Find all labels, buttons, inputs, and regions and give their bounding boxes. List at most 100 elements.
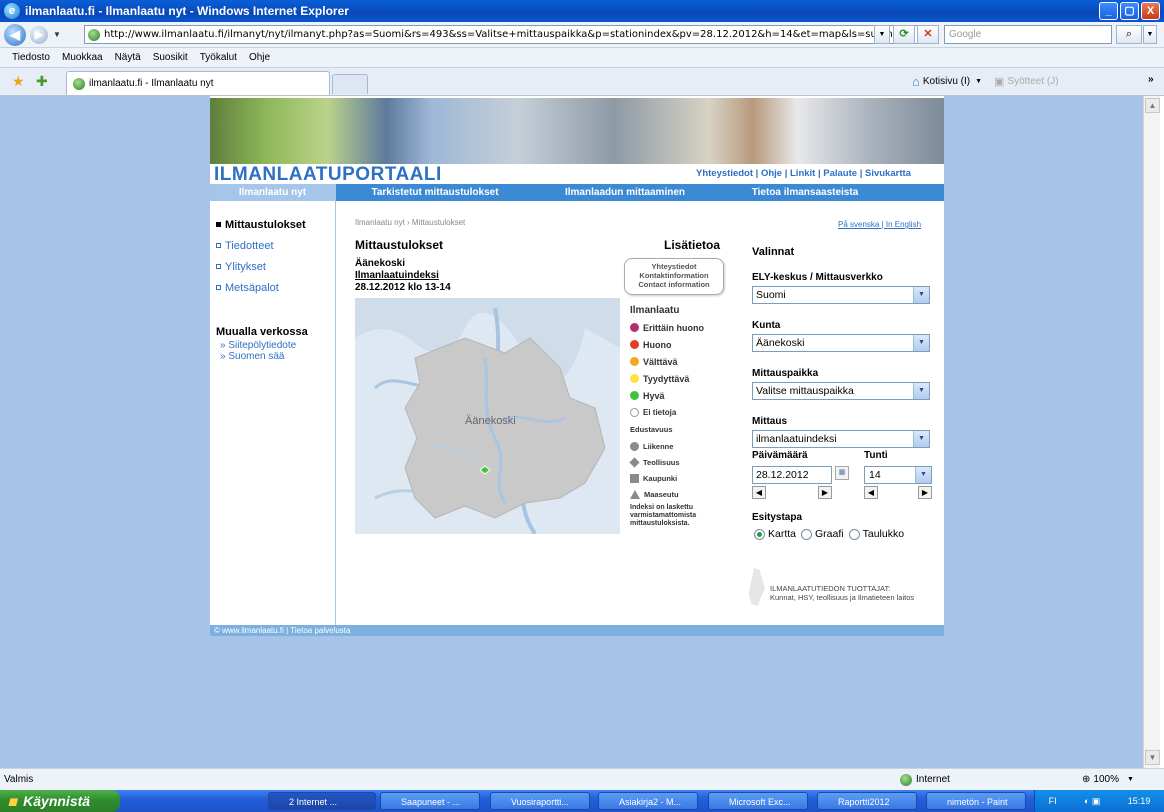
site-select[interactable]: Valitse mittauspaikka ▼ — [752, 382, 930, 400]
taskbar-item-vuosiraportti[interactable]: Vuosiraportti... — [490, 792, 590, 810]
forward-button[interactable]: ▶ — [30, 25, 48, 44]
station-info: Äänekoski Ilmanlaatuindeksi 28.12.2012 k… — [355, 258, 451, 294]
radio-table[interactable] — [848, 528, 860, 540]
close-button[interactable]: X — [1141, 2, 1160, 20]
refresh-icon[interactable]: ⟳ — [893, 25, 915, 44]
home-dropdown-icon[interactable]: ▼ — [975, 78, 982, 85]
no-data-dot-icon — [630, 408, 639, 417]
minimize-button[interactable]: _ — [1099, 2, 1118, 20]
bullet-icon — [216, 264, 221, 269]
nav-mittaaminen[interactable]: Ilmanlaadun mittaaminen — [535, 184, 715, 201]
favorites-star-icon[interactable]: ★ — [12, 73, 25, 90]
stop-icon[interactable]: ✕ — [917, 25, 939, 44]
feeds-label[interactable]: Syötteet (J) — [1007, 76, 1058, 87]
link-siitepolytiedote[interactable]: » Siitepölytiedote — [220, 340, 296, 351]
address-bar[interactable]: http://www.ilmanlaatu.fi/ilmanyt/nyt/ilm… — [84, 25, 920, 44]
sidebar-item-metsapalot[interactable]: Metsäpalot — [216, 277, 334, 298]
header-banner-image — [210, 98, 944, 164]
nav-ilmanlaatu-nyt[interactable]: Ilmanlaatu nyt — [210, 184, 335, 201]
date-input[interactable]: 28.12.2012 — [752, 466, 832, 484]
municipality-label: Kunta — [752, 320, 781, 331]
sidebar: Mittaustulokset Tiedotteet Ylitykset Met… — [216, 214, 334, 298]
site-logo[interactable]: ILMANLAATUPORTAALI — [214, 164, 442, 186]
map-legend: Ilmanlaatu Erittäin huono Huono Välttävä… — [629, 305, 730, 528]
menu-file[interactable]: Tiedosto — [12, 52, 50, 63]
hour-label: Tunti — [864, 450, 888, 461]
taskbar-item-asiakirja[interactable]: Asiakirja2 - M... — [598, 792, 698, 810]
scroll-down-icon[interactable]: ▼ — [1145, 750, 1160, 765]
scroll-up-icon[interactable]: ▲ — [1145, 98, 1160, 113]
sidebar-item-ylitykset[interactable]: Ylitykset — [216, 256, 334, 277]
history-dropdown-icon[interactable]: ▼ — [53, 30, 61, 39]
chevron-down-icon[interactable]: ▼ — [913, 383, 929, 399]
nav-tietoa[interactable]: Tietoa ilmansaasteista — [715, 184, 895, 201]
hour-prev-button[interactable]: ◀ — [864, 486, 878, 499]
maximize-button[interactable]: ▢ — [1120, 2, 1139, 20]
menu-view[interactable]: Näytä — [115, 52, 141, 63]
language-links[interactable]: På svenska | In English — [838, 220, 921, 229]
add-favorite-icon[interactable]: ✚ — [36, 73, 48, 90]
top-links[interactable]: Yhteystiedot | Ohje | Linkit | Palaute |… — [696, 168, 911, 179]
menu-edit[interactable]: Muokkaa — [62, 52, 103, 63]
sidebar-item-mittaustulokset[interactable]: Mittaustulokset — [216, 214, 334, 235]
window-titlebar: e ilmanlaatu.fi - Ilmanlaatu nyt - Windo… — [0, 0, 1164, 22]
chevron-down-icon[interactable]: ▼ — [913, 335, 929, 351]
toolbar-overflow-icon[interactable]: » — [1148, 74, 1154, 85]
taskbar-item-internet[interactable]: 2 Internet ... — [268, 792, 376, 810]
search-input[interactable]: Google — [944, 25, 1112, 44]
hour-select[interactable]: 14 ▼ — [864, 466, 932, 484]
taskbar-item-raportti[interactable]: Raportti2012 — [817, 792, 917, 810]
page-footer[interactable]: © www.ilmanlaatu.fi | Tietoa palvelusta — [210, 625, 944, 636]
home-button[interactable]: ⌂ Kotisivu (I) ▼ ▣ Syötteet (J) — [912, 74, 1059, 89]
moderate-dot-icon — [630, 357, 639, 366]
display-label: Esitystapa — [752, 512, 803, 523]
municipality-map[interactable]: Äänekoski — [355, 298, 620, 534]
breadcrumb[interactable]: Ilmanlaatu nyt › Mittaustulokset — [355, 218, 465, 227]
zoom-control[interactable]: ⊕ 100% ▼ — [1082, 774, 1134, 785]
bullet-icon — [216, 222, 221, 227]
zoom-dropdown-icon[interactable]: ▼ — [1127, 776, 1134, 783]
chevron-down-icon[interactable]: ▼ — [913, 431, 929, 447]
radio-map[interactable] — [754, 528, 765, 540]
date-next-button[interactable]: ▶ — [818, 486, 832, 499]
tab-ilmanlaatu[interactable]: ilmanlaatu.fi - Ilmanlaatu nyt — [66, 71, 330, 95]
start-button[interactable]: ◼ Käynnistä — [0, 790, 120, 812]
link-suomen-saa[interactable]: » Suomen sää — [220, 351, 296, 362]
nav-tarkistetut[interactable]: Tarkistetut mittaustulokset — [335, 184, 535, 201]
contact-info-button[interactable]: Yhteystiedot Kontaktinformation Contact … — [624, 258, 724, 295]
zoom-level: 100% — [1093, 774, 1119, 785]
vertical-scrollbar[interactable]: ▲ ▼ — [1143, 96, 1160, 768]
address-dropdown-button[interactable]: ▼ — [874, 25, 890, 44]
zoom-icon: ⊕ — [1082, 774, 1091, 785]
index-link[interactable]: Ilmanlaatuindeksi — [355, 270, 451, 282]
taskbar-item-saapuneet[interactable]: Saapuneet - ... — [380, 792, 480, 810]
menu-tools[interactable]: Työkalut — [200, 52, 237, 63]
language-indicator[interactable]: FI — [1049, 796, 1057, 806]
menu-favorites[interactable]: Suosikit — [153, 52, 188, 63]
sidebar-item-label: Tiedotteet — [225, 239, 274, 252]
ely-select[interactable]: Suomi ▼ — [752, 286, 930, 304]
tray-icons[interactable]: ◐ ▣ — [1084, 796, 1100, 807]
calendar-icon[interactable]: ▦ — [835, 466, 849, 480]
taskbar-item-paint[interactable]: nimetön - Paint — [926, 792, 1026, 810]
radio-label: Graafi — [815, 528, 844, 540]
date-prev-button[interactable]: ◀ — [752, 486, 766, 499]
chevron-down-icon[interactable]: ▼ — [913, 287, 929, 303]
radio-graph[interactable] — [801, 528, 813, 540]
search-options-button[interactable]: ▼ — [1143, 25, 1157, 44]
hour-next-button[interactable]: ▶ — [918, 486, 932, 499]
new-tab-button[interactable] — [332, 74, 368, 94]
search-icon[interactable]: ⌕ — [1116, 25, 1142, 44]
chevron-down-icon[interactable]: ▼ — [915, 467, 931, 483]
rural-triangle-icon — [630, 489, 640, 499]
legend-item: Tyydyttävä — [630, 370, 730, 387]
municipality-select[interactable]: Äänekoski ▼ — [752, 334, 930, 352]
back-button[interactable]: ◀ — [4, 23, 26, 46]
menu-help[interactable]: Ohje — [249, 52, 270, 63]
measure-select[interactable]: ilmanlaatuindeksi ▼ — [752, 430, 930, 448]
taskbar-item-excel[interactable]: Microsoft Exc... — [708, 792, 808, 810]
sidebar-item-tiedotteet[interactable]: Tiedotteet — [216, 235, 334, 256]
status-bar: Valmis Internet ⊕ 100% ▼ — [0, 768, 1164, 790]
clock[interactable]: 15:19 — [1128, 796, 1151, 806]
bullet-icon — [216, 243, 221, 248]
